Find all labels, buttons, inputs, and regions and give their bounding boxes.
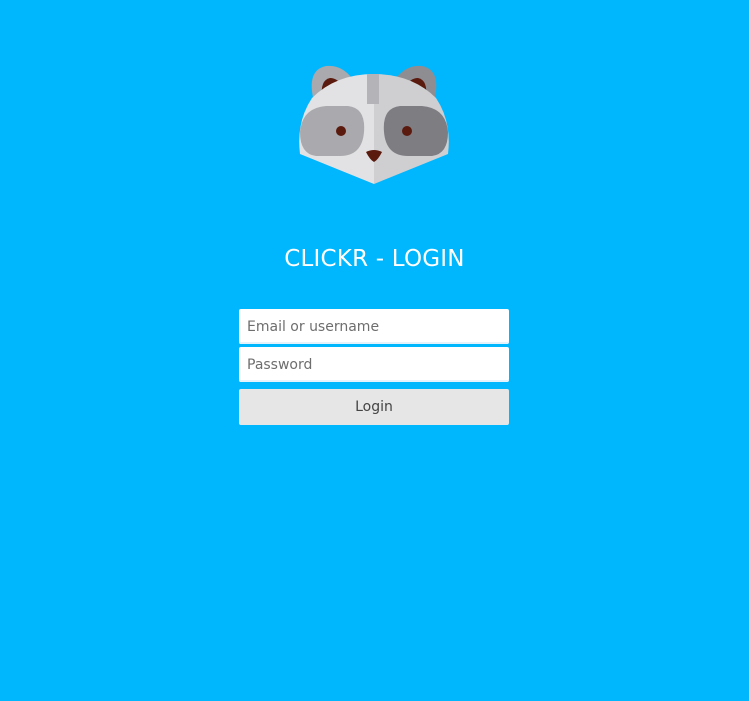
page-title: CLICKR - LOGIN xyxy=(284,246,465,272)
password-input[interactable] xyxy=(239,347,509,382)
email-username-input[interactable] xyxy=(239,309,509,344)
raccoon-logo-icon xyxy=(296,62,452,186)
login-page: CLICKR - LOGIN Login xyxy=(0,0,749,701)
login-button[interactable]: Login xyxy=(239,389,509,425)
